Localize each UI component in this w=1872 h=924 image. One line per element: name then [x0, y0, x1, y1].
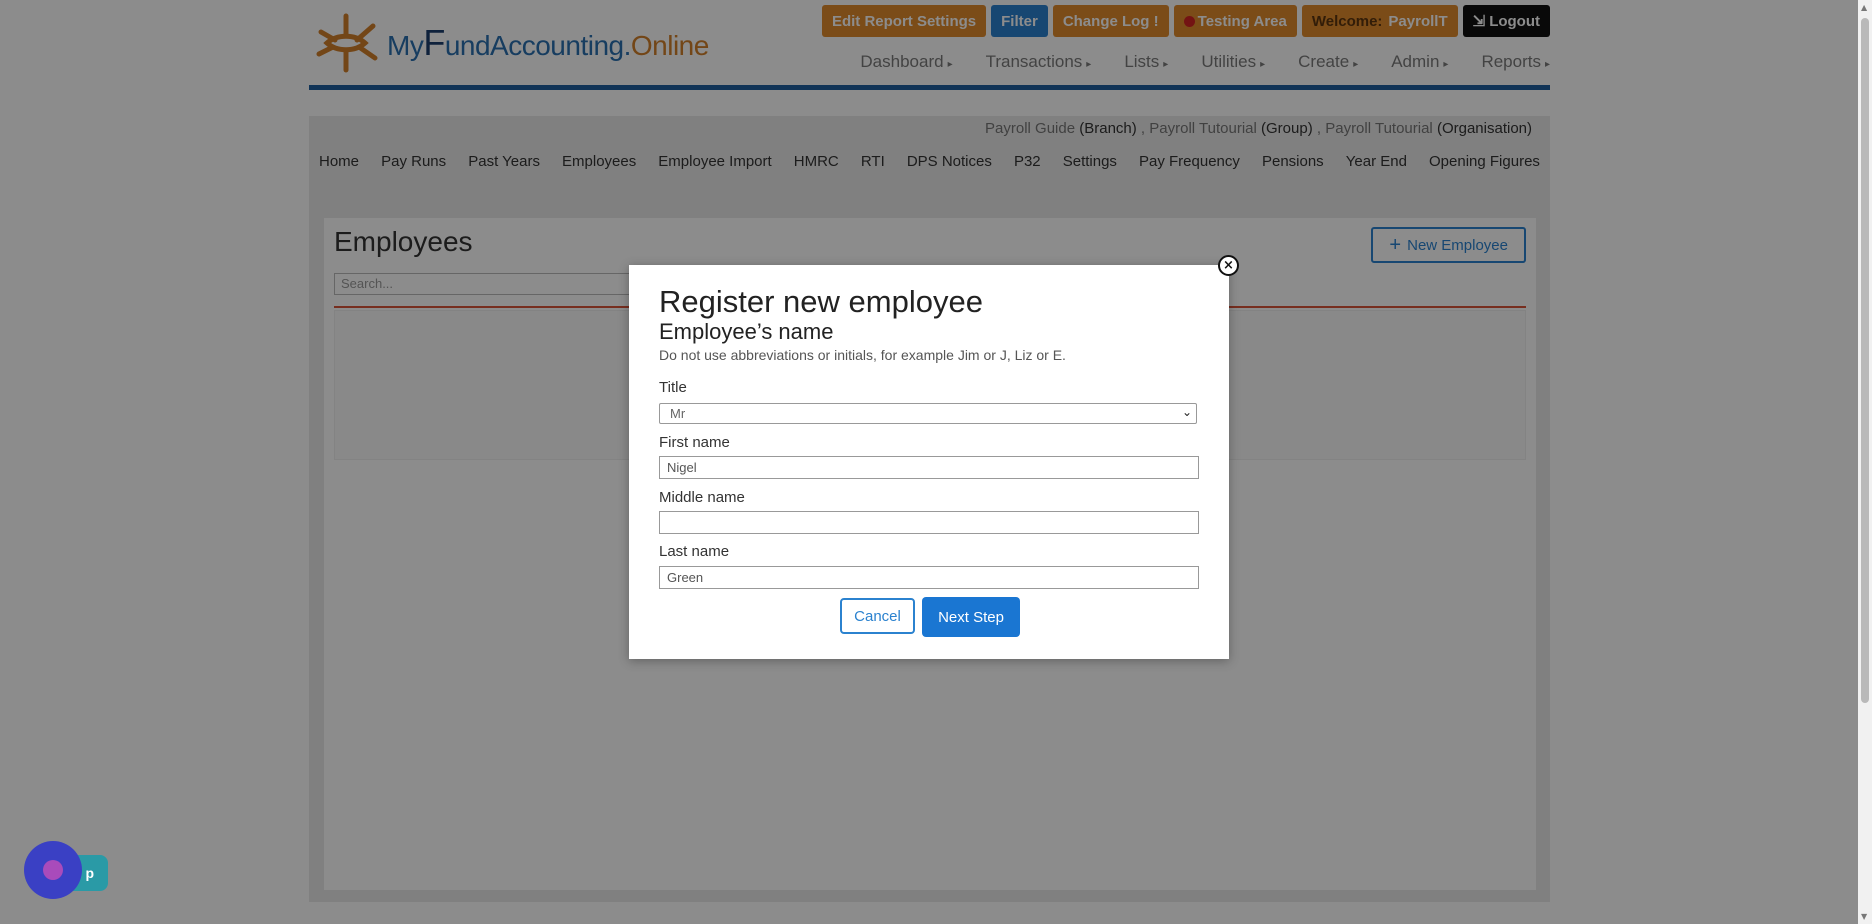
scroll-down-icon[interactable]: ▼: [1861, 912, 1867, 921]
last-name-input[interactable]: Green: [659, 566, 1199, 589]
scroll-up-icon[interactable]: ▲: [1861, 3, 1867, 12]
next-step-button[interactable]: Next Step: [922, 597, 1020, 637]
register-employee-dialog: Register new employee Employee’s name Do…: [629, 265, 1229, 659]
close-icon[interactable]: ×: [1218, 255, 1239, 276]
title-label: Title: [659, 379, 687, 396]
dialog-hint: Do not use abbreviations or initials, fo…: [659, 347, 1066, 363]
middle-name-input[interactable]: [659, 511, 1199, 534]
dialog-title: Register new employee: [659, 284, 983, 319]
cancel-button[interactable]: Cancel: [840, 598, 915, 634]
title-select-value: Mr: [670, 406, 686, 421]
help-tab-label: p: [85, 865, 94, 881]
dialog-subtitle: Employee’s name: [659, 319, 834, 344]
first-name-label: First name: [659, 434, 730, 451]
scrollbar-thumb[interactable]: [1861, 18, 1869, 703]
last-name-label: Last name: [659, 543, 730, 560]
chat-bubble-dot: [43, 860, 63, 880]
chat-bubble-icon[interactable]: [24, 841, 82, 899]
middle-name-label: Middle name: [659, 489, 745, 506]
chevron-down-icon: ⌄: [1181, 405, 1192, 419]
page-scrollbar[interactable]: ▲ ▼: [1858, 0, 1872, 924]
cancel-label: Cancel: [854, 607, 901, 625]
next-step-label: Next Step: [938, 608, 1004, 626]
title-select[interactable]: Mr ⌄: [659, 403, 1197, 424]
first-name-input[interactable]: Nigel: [659, 456, 1199, 479]
